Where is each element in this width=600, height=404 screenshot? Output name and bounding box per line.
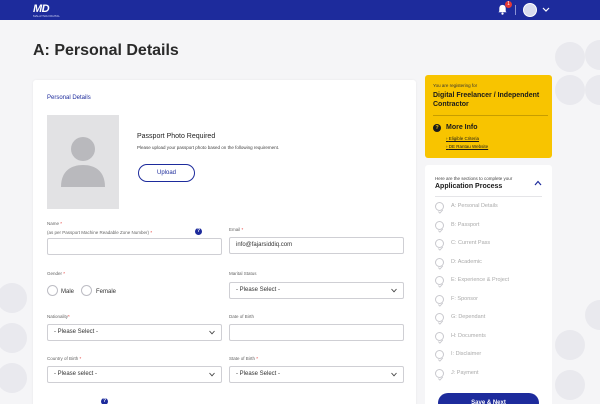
process-step-label: H: Documents bbox=[451, 332, 486, 339]
chevron-down-icon bbox=[209, 330, 215, 335]
background-decoration bbox=[555, 42, 585, 72]
chevron-down-icon bbox=[391, 288, 397, 293]
chevron-down-icon bbox=[209, 372, 215, 377]
question-icon: ? bbox=[433, 124, 441, 132]
nationality-label: Nationality* bbox=[47, 314, 70, 319]
date-of-birth-input[interactable] bbox=[229, 324, 404, 341]
name-label: Name * bbox=[47, 221, 63, 226]
help-icon[interactable]: ? bbox=[195, 228, 202, 235]
process-step-label: I: Disclaimer bbox=[451, 351, 482, 357]
background-decoration bbox=[585, 40, 600, 70]
process-step-label: D: Academic bbox=[451, 258, 482, 265]
check-circle-icon bbox=[435, 350, 444, 362]
notification-badge: 1 bbox=[505, 1, 512, 8]
save-next-button[interactable]: Save & Next bbox=[438, 393, 539, 404]
card-divider bbox=[433, 115, 548, 116]
background-decoration bbox=[555, 75, 585, 105]
process-step-label: F: Sponsor bbox=[451, 295, 478, 302]
name-sublabel: (as per Passport Machine Readable Zone N… bbox=[47, 230, 153, 235]
application-process-card: Here are the sections to complete your A… bbox=[425, 165, 552, 404]
program-title: Digital Freelancer / Independent Contrac… bbox=[433, 92, 540, 108]
check-circle-icon bbox=[435, 202, 444, 214]
background-decoration bbox=[555, 330, 585, 360]
upload-button[interactable]: Upload bbox=[138, 164, 195, 182]
country-of-birth-value: - Please select - bbox=[54, 371, 98, 377]
chevron-up-icon[interactable] bbox=[534, 180, 542, 186]
background-decoration bbox=[0, 363, 27, 393]
marital-status-label: Marital Status bbox=[229, 271, 257, 276]
state-of-birth-label: State of Birth * bbox=[229, 356, 259, 361]
avatar[interactable] bbox=[523, 3, 537, 17]
chevron-down-icon[interactable] bbox=[542, 5, 550, 13]
nationality-select[interactable]: - Please Select - bbox=[47, 324, 222, 341]
photo-required-title: Passport Photo Required bbox=[137, 133, 216, 140]
process-step-label: A: Personal Details bbox=[451, 203, 498, 209]
background-decoration bbox=[0, 323, 27, 353]
country-of-birth-label: Country of Birth * bbox=[47, 356, 82, 361]
check-circle-icon bbox=[435, 220, 444, 233]
help-icon[interactable]: ? bbox=[101, 398, 108, 404]
check-circle-icon bbox=[435, 331, 444, 344]
eligible-criteria-link[interactable]: › Eligible Criteria bbox=[446, 136, 479, 141]
de-rantau-website-link[interactable]: › DE Rantau Website bbox=[446, 144, 488, 149]
chevron-down-icon bbox=[391, 372, 397, 377]
email-input[interactable]: info@fajarsiddiq.com bbox=[229, 237, 404, 254]
logo-subtitle: MALAYSIA DIGITAL bbox=[33, 14, 60, 18]
personal-details-form: Personal Details Passport Photo Required… bbox=[33, 80, 416, 404]
gender-male-radio[interactable] bbox=[47, 285, 58, 296]
date-of-birth-label: Date of Birth bbox=[229, 314, 255, 319]
nationality-value: - Please Select - bbox=[54, 329, 99, 335]
gender-female-radio[interactable] bbox=[81, 285, 92, 296]
background-decoration bbox=[555, 370, 585, 400]
photo-requirement-note: Please upload your passport photo based … bbox=[137, 145, 280, 150]
check-circle-icon bbox=[435, 239, 444, 251]
check-circle-icon bbox=[435, 257, 444, 270]
user-silhouette-icon bbox=[61, 137, 105, 187]
process-step-label: G: Dependant bbox=[451, 314, 486, 320]
gender-male-label: Male bbox=[61, 289, 75, 295]
name-input[interactable] bbox=[47, 238, 222, 255]
check-circle-icon bbox=[435, 313, 444, 325]
state-of-birth-select[interactable]: - Please Select - bbox=[229, 366, 404, 383]
gender-label: Gender * bbox=[47, 271, 66, 276]
card-divider bbox=[435, 196, 542, 197]
email-label: Email * bbox=[229, 227, 244, 232]
check-circle-icon bbox=[435, 276, 444, 288]
background-decoration bbox=[585, 300, 600, 330]
process-intro: Here are the sections to complete your bbox=[435, 176, 513, 181]
background-decoration bbox=[585, 75, 600, 105]
marital-status-select[interactable]: - Please Select - bbox=[229, 282, 404, 299]
navbar-divider bbox=[515, 5, 516, 15]
passport-photo-placeholder bbox=[47, 115, 119, 209]
more-info-heading: More Info bbox=[446, 124, 478, 131]
country-of-birth-select[interactable]: - Please select - bbox=[47, 366, 222, 383]
process-step-label: C: Current Pass bbox=[451, 240, 491, 246]
state-of-birth-value: - Please Select - bbox=[236, 371, 281, 377]
process-title: Application Process bbox=[435, 183, 503, 190]
page-title: A: Personal Details bbox=[33, 42, 179, 59]
section-label: Personal Details bbox=[47, 95, 91, 101]
process-step-label: B: Passport bbox=[451, 221, 480, 228]
marital-status-value: - Please Select - bbox=[236, 287, 281, 293]
check-circle-icon bbox=[435, 294, 444, 307]
top-navbar: MD MALAYSIA DIGITAL 1 bbox=[0, 0, 600, 20]
process-step-label: J: Payment bbox=[451, 369, 479, 376]
gender-female-label: Female bbox=[96, 289, 117, 295]
background-decoration bbox=[0, 283, 27, 313]
registration-info-card: You are registering for Digital Freelanc… bbox=[425, 75, 552, 158]
check-circle-icon bbox=[435, 368, 444, 381]
registering-for-label: You are registering for bbox=[433, 83, 478, 88]
process-step-label: E: Experience & Project bbox=[451, 277, 510, 283]
